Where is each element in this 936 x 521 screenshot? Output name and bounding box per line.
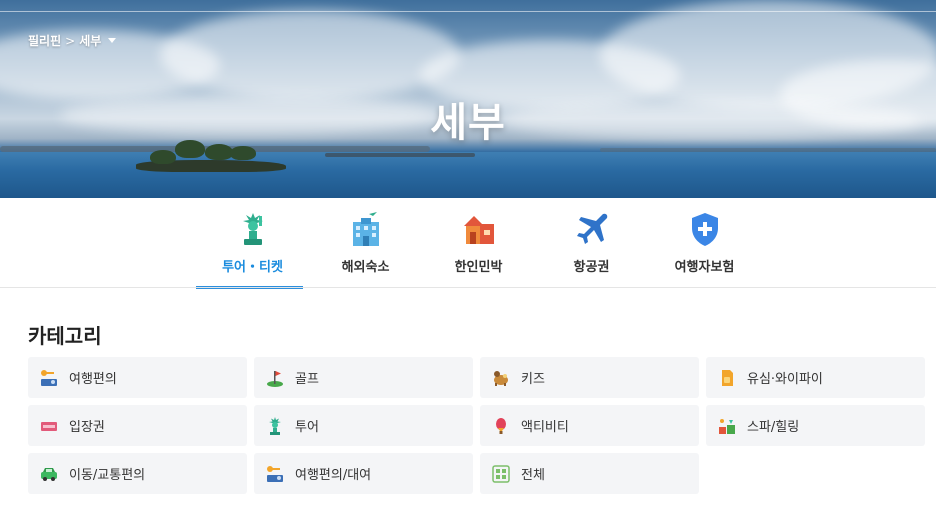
shield-plus-icon [686,210,724,248]
chevron-down-icon[interactable] [108,38,117,43]
tab-flight[interactable]: 항공권 [535,198,648,288]
house-icon [460,210,498,248]
tab-label: 투어・티켓 [222,260,283,275]
travel-kit-icon [265,464,285,484]
tab-tour-ticket[interactable]: 투어・티켓 [196,198,309,289]
breadcrumb: 필리핀 > 세부 [28,32,117,49]
category-label: 여행편의/대여 [295,468,372,483]
kids-toy-icon [491,368,511,388]
category-label: 스파/힐링 [747,420,800,435]
hotel-icon [347,210,385,248]
category-title: 카테고리 [28,324,102,348]
category-item-admission-ticket[interactable]: 입장권 [28,405,247,446]
airplane-icon [573,210,611,248]
category-item-sim-wifi[interactable]: 유심·와이파이 [706,357,925,398]
car-icon [39,464,59,484]
grid-all-icon [491,464,511,484]
category-label: 입장권 [69,420,105,435]
category-item-activity[interactable]: 액티비티 [480,405,699,446]
category-label: 투어 [295,420,319,435]
hot-air-balloon-icon [491,416,511,436]
category-label: 전체 [521,468,545,483]
page-title: 세부 [430,100,506,146]
service-tabs: 투어・티켓 해외숙소 한인민박 항공권 여행자보험 [196,198,761,289]
category-item-transport[interactable]: 이동/교통편의 [28,453,247,494]
tab-travel-insurance[interactable]: 여행자보험 [648,198,761,288]
statue-of-liberty-icon [265,416,285,436]
category-label: 골프 [295,372,319,387]
category-label: 이동/교통편의 [69,468,146,483]
category-label: 액티비티 [521,420,569,435]
divider [0,287,936,288]
golf-flag-icon [265,368,285,388]
tab-label: 항공권 [573,260,610,275]
category-item-kids[interactable]: 키즈 [480,357,699,398]
category-item-golf[interactable]: 골프 [254,357,473,398]
category-item-all[interactable]: 전체 [480,453,699,494]
tab-label: 여행자보험 [674,260,735,275]
category-item-spa-healing[interactable]: 스파/힐링 [706,405,925,446]
spa-icon [717,416,737,436]
ticket-icon [39,416,59,436]
category-grid: 여행편의 골프 키즈 유심·와이파이 입장권 투어 액티비티 스파/힐링 이동/… [28,357,925,494]
tab-label: 한인민박 [454,260,503,275]
travel-kit-icon [39,368,59,388]
category-item-travel-convenience[interactable]: 여행편의 [28,357,247,398]
breadcrumb-city[interactable]: 세부 [79,32,101,49]
statue-of-liberty-icon [234,210,272,248]
category-item-tour[interactable]: 투어 [254,405,473,446]
sim-card-icon [717,368,737,388]
breadcrumb-separator: > [65,33,76,48]
category-label: 여행편의 [69,372,117,387]
tab-korean-guesthouse[interactable]: 한인민박 [422,198,535,288]
category-label: 유심·와이파이 [747,372,823,387]
breadcrumb-country[interactable]: 필리핀 [28,32,61,49]
category-label: 키즈 [521,372,545,387]
category-item-travel-rental[interactable]: 여행편의/대여 [254,453,473,494]
tab-label: 해외숙소 [341,260,390,275]
hero-banner: 필리핀 > 세부 세부 [0,0,936,198]
tab-overseas-hotel[interactable]: 해외숙소 [309,198,422,288]
